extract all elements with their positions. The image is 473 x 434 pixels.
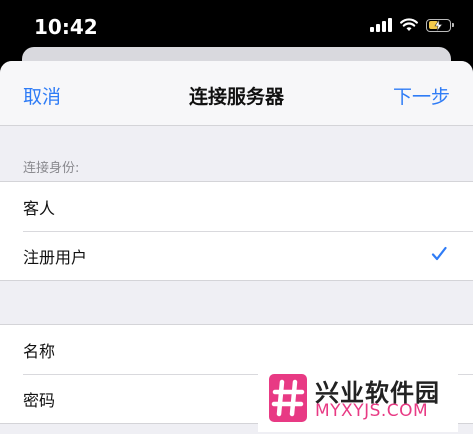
hash-logo-icon	[269, 374, 307, 422]
identity-option-label: 注册用户	[23, 247, 88, 267]
status-bar: 10:42	[0, 0, 473, 50]
watermark-url: MYXYJS.COM	[315, 401, 429, 421]
password-field-label: 密码	[23, 390, 56, 410]
watermark: 兴业软件园 MYXYJS.COM	[258, 366, 458, 432]
name-field-label: 名称	[23, 341, 56, 361]
checkmark-icon	[431, 246, 447, 261]
next-button[interactable]: 下一步	[393, 82, 450, 109]
battery-charging-icon	[426, 18, 454, 32]
identity-option-label: 客人	[23, 198, 56, 218]
identity-options-group: 客人 注册用户	[0, 181, 473, 281]
signal-icon	[370, 18, 392, 32]
status-time: 10:42	[34, 15, 98, 39]
section-header-identity: 连接身份:	[23, 161, 80, 176]
wifi-icon	[400, 18, 418, 31]
identity-option-guest[interactable]: 客人	[0, 182, 473, 231]
navigation-bar: 取消 连接服务器 下一步	[0, 61, 473, 126]
status-icons	[370, 18, 454, 32]
identity-option-registered-user[interactable]: 注册用户	[0, 231, 473, 280]
phone-screen: 10:42 取消 连接服务器 下一步 连接身份: 客人 注册用户 名称 密码 兴…	[0, 0, 473, 434]
